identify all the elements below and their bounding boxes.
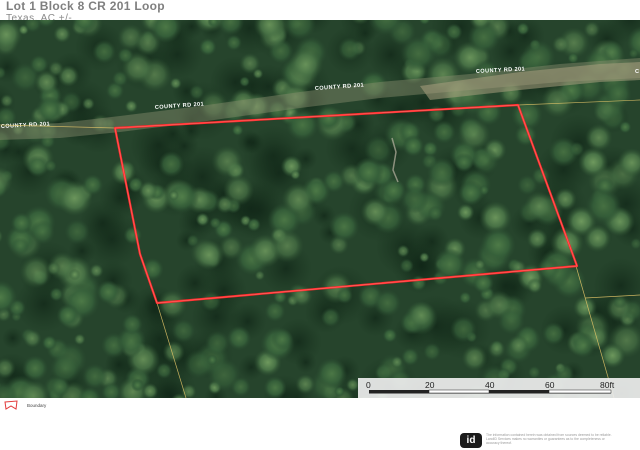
map-legend: Boundary: [4, 400, 46, 410]
legend-label: Boundary: [27, 402, 47, 408]
scale-tick: 20: [425, 380, 435, 390]
boundary-swatch-icon: [4, 400, 18, 410]
scale-bar: 0 20 40 60 80ft: [358, 378, 640, 398]
road-label-clipped: C: [635, 69, 639, 75]
landid-logo: id: [460, 433, 482, 448]
map-canvas: COUNTY RD 201 COUNTY RD 201 COUNTY RD 20…: [0, 20, 640, 398]
disclaimer-text: The information contained herein was obt…: [486, 433, 612, 446]
scale-tick: 0: [366, 380, 371, 390]
scale-tick: 80ft: [600, 380, 615, 390]
scale-tick: 60: [545, 380, 555, 390]
footer-disclaimer: id The information contained herein was …: [460, 433, 616, 448]
aerial-map[interactable]: COUNTY RD 201 COUNTY RD 201 COUNTY RD 20…: [0, 20, 640, 398]
scale-tick: 40: [485, 380, 495, 390]
listing-title: Lot 1 Block 8 CR 201 Loop: [6, 0, 165, 13]
